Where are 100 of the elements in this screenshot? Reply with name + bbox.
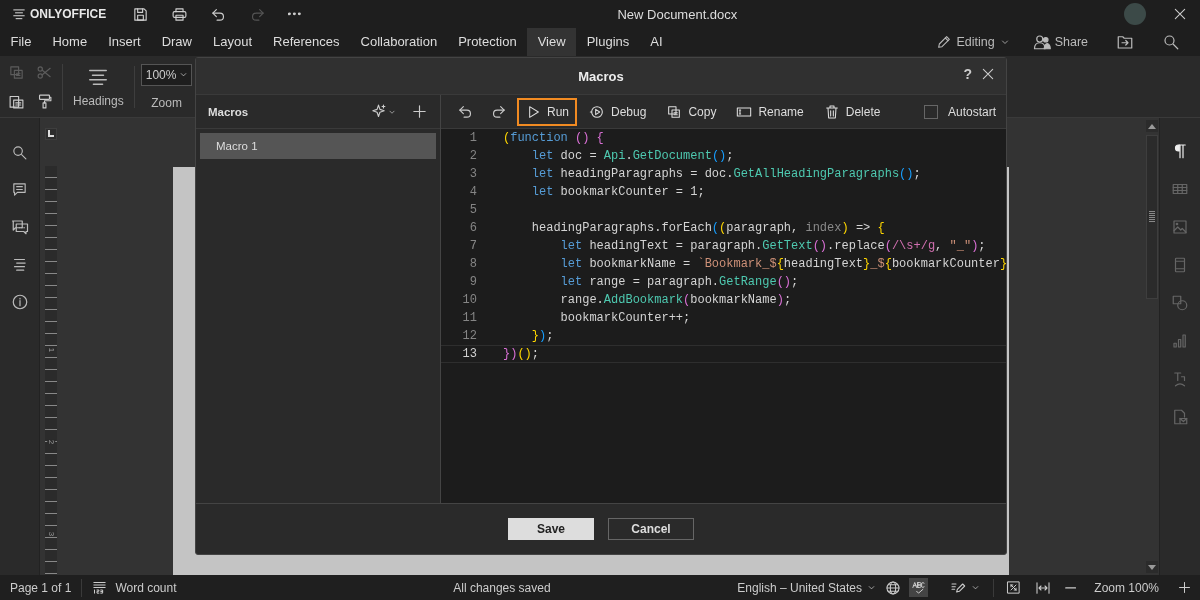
language-selector[interactable]: English – United States	[737, 580, 878, 595]
fit-page-button[interactable]	[1006, 580, 1022, 595]
line-number: 12	[461, 329, 477, 343]
checkbox-label: Autostart	[947, 104, 996, 119]
ruler-number: 2	[47, 439, 55, 445]
menu-tab[interactable]: Collaboration	[350, 28, 448, 56]
code-line: })();	[503, 347, 539, 361]
ruler-number: 1	[47, 347, 55, 353]
code-line: bookmarkCounter++;	[559, 311, 691, 325]
line-number: 1	[468, 131, 477, 145]
paint-roller-icon	[36, 92, 53, 110]
code-line: (function () {	[503, 131, 604, 145]
document-language-button[interactable]	[885, 579, 902, 596]
folder-icon	[1116, 33, 1134, 51]
app-logo: ONLYOFFICE	[12, 7, 132, 21]
save-status: All changes saved	[452, 580, 551, 595]
help-button[interactable]: ?	[963, 66, 972, 82]
code-editor[interactable]	[441, 129, 1006, 503]
line-number: 10	[461, 293, 477, 307]
arrow-up-icon	[1148, 123, 1156, 129]
info-icon	[10, 293, 29, 311]
copy-icon	[666, 103, 683, 120]
code-line: let bookmarkName = `Bookmark_${headingText}_${bookmarkCounter}	[559, 257, 1006, 271]
zoom-label: Zoom	[151, 95, 182, 110]
format-painter-button[interactable]	[36, 92, 52, 110]
editing-mode-button[interactable]: Editing	[928, 34, 1019, 50]
debug-button[interactable]: Debug	[581, 97, 655, 126]
menu-tab[interactable]: Plugins	[576, 28, 640, 56]
comments-button[interactable]	[11, 181, 28, 198]
code-line: range.AddBookmark(bookmarkName);	[559, 293, 792, 307]
chart-settings-button[interactable]	[1171, 332, 1189, 350]
line-number: 5	[468, 203, 477, 217]
word-count-icon	[92, 580, 108, 595]
macro-item[interactable]: Macro 1	[200, 133, 436, 159]
run-button[interactable]: Run	[517, 97, 577, 126]
panel-title: Macros	[208, 105, 250, 118]
spell-check-button[interactable]	[909, 578, 929, 597]
document-title: New Document.docx	[616, 6, 739, 22]
image-settings-button[interactable]	[1171, 218, 1189, 236]
menu-tab[interactable]: Draw	[151, 28, 203, 56]
ruler-number: 3	[47, 531, 55, 537]
print-button[interactable]	[171, 5, 188, 23]
code-line: let range = paragraph.GetRange();	[559, 275, 799, 289]
menu-tab[interactable]: File	[0, 28, 42, 56]
scrollbar-thumb[interactable]	[1146, 135, 1158, 299]
fit-width-button[interactable]	[1035, 579, 1052, 596]
menu-tab[interactable]: Home	[41, 28, 98, 56]
share-button[interactable]: Share	[1024, 33, 1096, 51]
fit-page-icon	[1006, 580, 1022, 595]
print-icon	[171, 5, 188, 23]
line-number: 13	[461, 347, 477, 361]
sparkle-icon	[370, 103, 387, 120]
save-button[interactable]: Save	[508, 518, 594, 540]
menu-tab[interactable]: References	[262, 28, 351, 56]
fit-width-icon	[1035, 579, 1052, 596]
copy-button[interactable]: Copy	[658, 97, 725, 126]
navigation-button[interactable]	[11, 256, 28, 273]
menu-tab[interactable]: View	[527, 28, 577, 56]
zoom-combobox[interactable]: 100%	[140, 63, 193, 86]
about-button[interactable]	[10, 293, 29, 311]
code-line: let headingText = paragraph.GetText().replace(/\s+/g, "_");	[559, 239, 986, 253]
scroll-up-button[interactable]	[1146, 120, 1158, 132]
zoom-out-button[interactable]	[1065, 585, 1077, 590]
headings-button[interactable]: Headings	[63, 65, 135, 108]
cancel-button[interactable]: Cancel	[608, 518, 694, 540]
menu-tab[interactable]: Insert	[97, 28, 152, 56]
dialog-title: Macros	[578, 68, 624, 84]
autostart-checkbox[interactable]	[923, 104, 938, 119]
scroll-down-button[interactable]	[1146, 561, 1158, 573]
rename-button[interactable]: Rename	[728, 97, 812, 126]
menu-tab[interactable]: Layout	[202, 28, 263, 56]
comment-icon	[11, 181, 28, 198]
arrow-down-icon	[1148, 564, 1156, 570]
menu-tab[interactable]: AI	[639, 28, 674, 56]
line-number: 9	[468, 275, 477, 289]
delete-button[interactable]: Delete	[815, 97, 889, 126]
bar-chart-icon	[1171, 332, 1189, 350]
mail-merge-settings-button[interactable]	[1171, 408, 1189, 426]
line-number: 8	[468, 257, 477, 271]
pencil-icon	[936, 34, 953, 50]
chat-button[interactable]	[10, 218, 29, 236]
tab-stop-selector[interactable]	[45, 128, 57, 140]
menu-tab[interactable]: Protection	[447, 28, 528, 56]
close-button[interactable]	[1172, 6, 1188, 22]
line-number: 11	[461, 311, 477, 325]
close-button[interactable]	[980, 66, 996, 82]
plus-icon	[411, 103, 428, 120]
line-number: 7	[468, 239, 477, 253]
plus-icon	[1177, 580, 1192, 595]
search-icon	[1162, 33, 1180, 51]
zoom-in-button[interactable]	[1177, 580, 1192, 595]
code-line: let bookmarkCounter = 1;	[530, 185, 705, 199]
more-button[interactable]	[288, 12, 301, 16]
save-button[interactable]	[132, 5, 149, 23]
code-line: });	[530, 329, 554, 343]
globe-icon	[885, 579, 902, 596]
shape-icon	[1171, 294, 1189, 312]
lines-icon	[11, 256, 28, 273]
search-button[interactable]	[11, 144, 28, 161]
word-count-button[interactable]: Word count	[92, 580, 177, 595]
